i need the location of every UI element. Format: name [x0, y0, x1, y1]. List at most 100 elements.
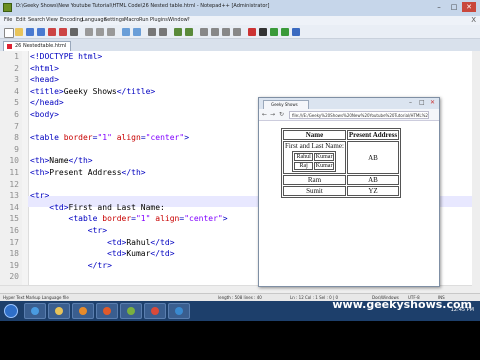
menu-settings[interactable]: Settings: [104, 17, 125, 23]
taskbar-media-player[interactable]: [72, 303, 94, 319]
address-cell: AB: [346, 175, 400, 185]
code-line: <td>Kumar</td>: [30, 249, 175, 259]
copy-icon[interactable]: [96, 28, 104, 36]
code-token: Rahul: [126, 237, 151, 247]
line-number: 20: [9, 272, 19, 282]
menu-plugins[interactable]: Plugins: [150, 17, 168, 23]
line-number: 18: [9, 249, 19, 259]
inner-cell: Rahul: [294, 153, 313, 161]
browser-minimize-icon[interactable]: –: [409, 99, 412, 106]
undo-icon[interactable]: [122, 28, 130, 36]
code-token: border: [102, 214, 132, 224]
taskbar-notepadpp[interactable]: [120, 303, 142, 319]
stop-macro-icon[interactable]: [259, 28, 267, 36]
close-all-icon[interactable]: [59, 28, 67, 36]
code-token: </title>: [116, 86, 156, 96]
save-all-icon[interactable]: [37, 28, 45, 36]
menu-macro[interactable]: Macro: [124, 17, 139, 23]
start-button[interactable]: [4, 304, 18, 318]
zoom-out-icon[interactable]: [185, 28, 193, 36]
taskbar-ie[interactable]: [24, 303, 46, 319]
menu-run[interactable]: Run: [139, 17, 149, 23]
outer-table: Name Present Address First and Last Name…: [281, 128, 402, 198]
tab-nestedtable[interactable]: 26 Nestedtable.html: [3, 41, 71, 51]
zoom-in-icon[interactable]: [174, 28, 182, 36]
redo-icon[interactable]: [133, 28, 141, 36]
taskbar-chrome[interactable]: [144, 303, 166, 319]
find-icon[interactable]: [148, 28, 156, 36]
replace-icon[interactable]: [159, 28, 167, 36]
code-token: <td>: [49, 202, 69, 212]
maximize-button[interactable]: □: [447, 2, 461, 12]
sync-scroll-icon[interactable]: [200, 28, 208, 36]
window-title: D:\Geeky Shows\New Youtube Tutorial\HTML…: [16, 3, 270, 9]
menu-edit[interactable]: Edit: [16, 17, 26, 23]
indent-guide-icon[interactable]: [233, 28, 241, 36]
new-file-icon[interactable]: [4, 28, 14, 38]
reload-icon[interactable]: ↻: [279, 111, 284, 118]
close-doc-icon[interactable]: X: [471, 16, 476, 24]
line-number: 13: [9, 191, 19, 201]
show-all-chars-icon[interactable]: [222, 28, 230, 36]
save-macro-icon[interactable]: [292, 28, 300, 36]
run-macro-multiple-icon[interactable]: [281, 28, 289, 36]
document-tabs: 26 Nestedtable.html: [0, 39, 480, 51]
taskbar-firefox[interactable]: [96, 303, 118, 319]
taskbar-explorer[interactable]: [48, 303, 70, 319]
code-token: Name: [49, 156, 69, 166]
browser-page: Name Present Address First and Last Name…: [259, 121, 439, 286]
browser-window: Geeky Shows – □ ✕ ← → ↻ file:///E:/Geeky…: [258, 97, 440, 287]
name-cell: Sumit: [283, 186, 346, 196]
paste-icon[interactable]: [107, 28, 115, 36]
code-token: "center": [145, 133, 185, 143]
code-token: align: [116, 133, 141, 143]
toolbar: [0, 25, 480, 39]
inner-cell: Kumar: [313, 153, 335, 161]
minimize-button[interactable]: –: [432, 2, 446, 12]
line-number: 19: [9, 260, 19, 270]
menu-window[interactable]: Window: [168, 17, 188, 23]
menu-view[interactable]: View: [46, 17, 58, 23]
browser-tab[interactable]: Geeky Shows: [263, 100, 309, 109]
code-line: <head>: [30, 75, 59, 84]
close-button[interactable]: ✕: [462, 2, 476, 12]
line-number-gutter: 1 2 3 4 5 6 7 8 9 10 11 12 13 14 15 16 17 18 19 20: [0, 51, 22, 293]
code-token: First and Last Name:: [68, 202, 165, 212]
back-icon[interactable]: ←: [262, 111, 267, 118]
vertical-scrollbar[interactable]: [472, 51, 480, 293]
address-bar[interactable]: file:///E:/Geeky%20Shows%20New%20Youtube…: [289, 111, 429, 119]
code-token: <tr>: [30, 191, 50, 201]
menu-search[interactable]: Search: [28, 17, 45, 23]
menu-help[interactable]: ?: [187, 17, 190, 23]
code-line: <tr>: [30, 226, 107, 235]
forward-icon[interactable]: →: [270, 111, 275, 118]
word-wrap-icon[interactable]: [211, 28, 219, 36]
browser-maximize-icon[interactable]: □: [419, 99, 425, 106]
close-icon[interactable]: [48, 28, 56, 36]
fold-margin: [22, 51, 29, 293]
menu-file[interactable]: File: [4, 17, 12, 23]
menu-language[interactable]: Language: [82, 17, 107, 23]
line-number: 15: [9, 214, 19, 224]
code-line: <title>Geeky Shows</title>: [30, 87, 155, 96]
code-token: <th>: [30, 156, 50, 166]
code-token: <html>: [30, 63, 59, 73]
code-token: align: [155, 214, 180, 224]
open-file-icon[interactable]: [15, 28, 23, 36]
cut-icon[interactable]: [85, 28, 93, 36]
code-token: Present Address: [49, 168, 122, 177]
save-icon[interactable]: [26, 28, 34, 36]
play-macro-icon[interactable]: [270, 28, 278, 36]
menu-encoding[interactable]: Encoding: [60, 17, 83, 23]
code-token: </td>: [150, 249, 175, 259]
taskbar-app[interactable]: [168, 303, 190, 319]
line-number: 2: [14, 63, 19, 73]
record-macro-icon[interactable]: [248, 28, 256, 36]
code-token: border: [63, 133, 93, 143]
print-icon[interactable]: [70, 28, 78, 36]
watermark: www.geekyshows.com: [332, 298, 472, 311]
browser-close-icon[interactable]: ✕: [430, 99, 435, 106]
